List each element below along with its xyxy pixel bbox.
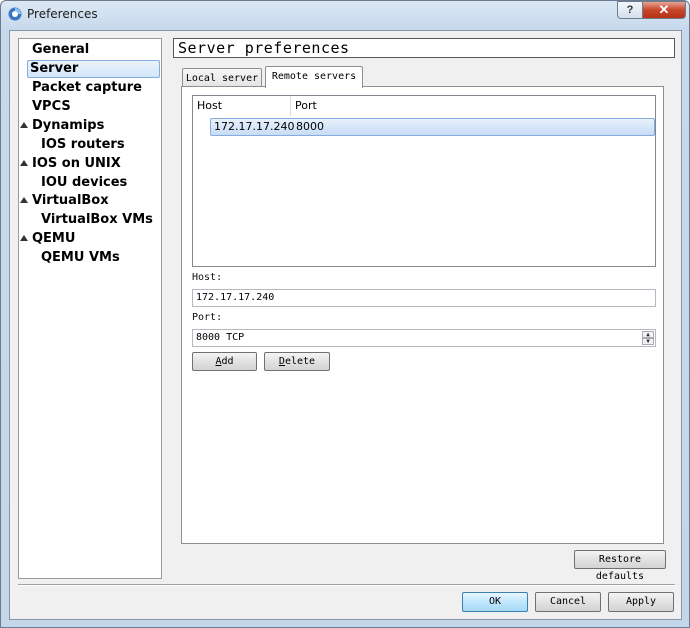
- nav-item-label: QEMU: [32, 231, 76, 246]
- nav-item-label: QEMU VMs: [41, 250, 120, 265]
- nav-item-label: VirtualBox: [32, 193, 109, 208]
- nav-item-label: Dynamips: [32, 118, 105, 133]
- table-row[interactable]: 172.17.17.240 8000: [210, 118, 655, 136]
- ok-button[interactable]: OK: [462, 592, 528, 612]
- port-label: Port:: [192, 312, 223, 323]
- tab-local-server[interactable]: Local server: [182, 68, 262, 88]
- cancel-button[interactable]: Cancel: [535, 592, 601, 612]
- nav-item-virtualbox-vms[interactable]: VirtualBox VMs: [39, 211, 155, 229]
- row-host-cell: 172.17.17.240: [214, 120, 295, 133]
- add-button[interactable]: Add: [192, 352, 257, 371]
- nav-item-virtualbox[interactable]: VirtualBox: [30, 192, 111, 210]
- column-header-host[interactable]: Host: [193, 96, 291, 116]
- divider: [18, 584, 675, 586]
- close-button[interactable]: ✕: [642, 1, 686, 19]
- restore-defaults-button[interactable]: Restore defaults: [574, 550, 666, 582]
- nav-item-vpcs[interactable]: VPCS: [30, 98, 73, 116]
- nav-item-general[interactable]: General: [30, 41, 91, 59]
- nav-item-iou-devices[interactable]: IOU devices: [39, 174, 129, 192]
- nav-item-qemu[interactable]: QEMU: [30, 230, 77, 248]
- spin-down-icon[interactable]: ▼: [642, 338, 654, 345]
- nav-item-packet-capture[interactable]: Packet capture: [30, 79, 144, 97]
- servers-table[interactable]: Host Port 172.17.17.240 8000: [192, 95, 656, 267]
- nav-item-server[interactable]: Server: [27, 60, 160, 78]
- nav-item-label: VirtualBox VMs: [41, 212, 153, 227]
- help-icon: ?: [626, 4, 634, 16]
- nav-item-label: IOU devices: [41, 175, 128, 190]
- nav-item-label: Packet capture: [32, 80, 142, 95]
- app-logo-icon: [8, 7, 22, 21]
- page-title: Server preferences: [173, 38, 675, 58]
- spin-up-icon[interactable]: ▲: [642, 331, 654, 338]
- nav-item-label: Server: [27, 60, 160, 78]
- nav-item-label: General: [32, 42, 90, 57]
- nav-item-label: IOS routers: [41, 137, 125, 152]
- nav-item-label: IOS on UNIX: [32, 156, 121, 171]
- preferences-nav-tree[interactable]: General Server Packet capture VPCS Dynam…: [18, 38, 162, 579]
- row-port-cell: 8000: [296, 120, 324, 133]
- nav-item-ios-on-unix[interactable]: IOS on UNIX: [30, 155, 123, 173]
- host-label: Host:: [192, 272, 223, 283]
- expand-arrow-icon[interactable]: [20, 122, 28, 128]
- expand-arrow-icon[interactable]: [20, 197, 28, 203]
- dialog-client-area: General Server Packet capture VPCS Dynam…: [9, 30, 682, 620]
- nav-item-dynamips[interactable]: Dynamips: [30, 117, 106, 135]
- add-label-rest: dd: [221, 356, 234, 367]
- tab-remote-servers[interactable]: Remote servers: [265, 66, 363, 88]
- title-bar[interactable]: Preferences ? ✕: [1, 1, 689, 29]
- column-header-port[interactable]: Port: [291, 96, 411, 116]
- preferences-window: Preferences ? ✕ General Server Packet ca…: [0, 0, 690, 628]
- expand-arrow-icon[interactable]: [20, 160, 28, 166]
- delete-label-rest: elete: [284, 356, 316, 367]
- close-icon: ✕: [658, 2, 670, 17]
- help-button[interactable]: ?: [617, 1, 643, 19]
- expand-arrow-icon[interactable]: [20, 235, 28, 241]
- port-spin-buttons[interactable]: ▲ ▼: [642, 331, 654, 345]
- remote-servers-panel: Host Port 172.17.17.240 8000 Host: 172.1…: [181, 86, 664, 544]
- apply-button[interactable]: Apply: [608, 592, 674, 612]
- nav-item-label: VPCS: [32, 99, 71, 114]
- delete-button[interactable]: Delete: [264, 352, 330, 371]
- port-value: 8000 TCP: [196, 332, 245, 343]
- nav-item-qemu-vms[interactable]: QEMU VMs: [39, 249, 122, 267]
- host-input[interactable]: 172.17.17.240: [192, 289, 656, 307]
- nav-item-ios-routers[interactable]: IOS routers: [39, 136, 127, 154]
- window-title: Preferences: [27, 7, 98, 21]
- port-spinbox[interactable]: 8000 TCP ▲ ▼: [192, 329, 656, 347]
